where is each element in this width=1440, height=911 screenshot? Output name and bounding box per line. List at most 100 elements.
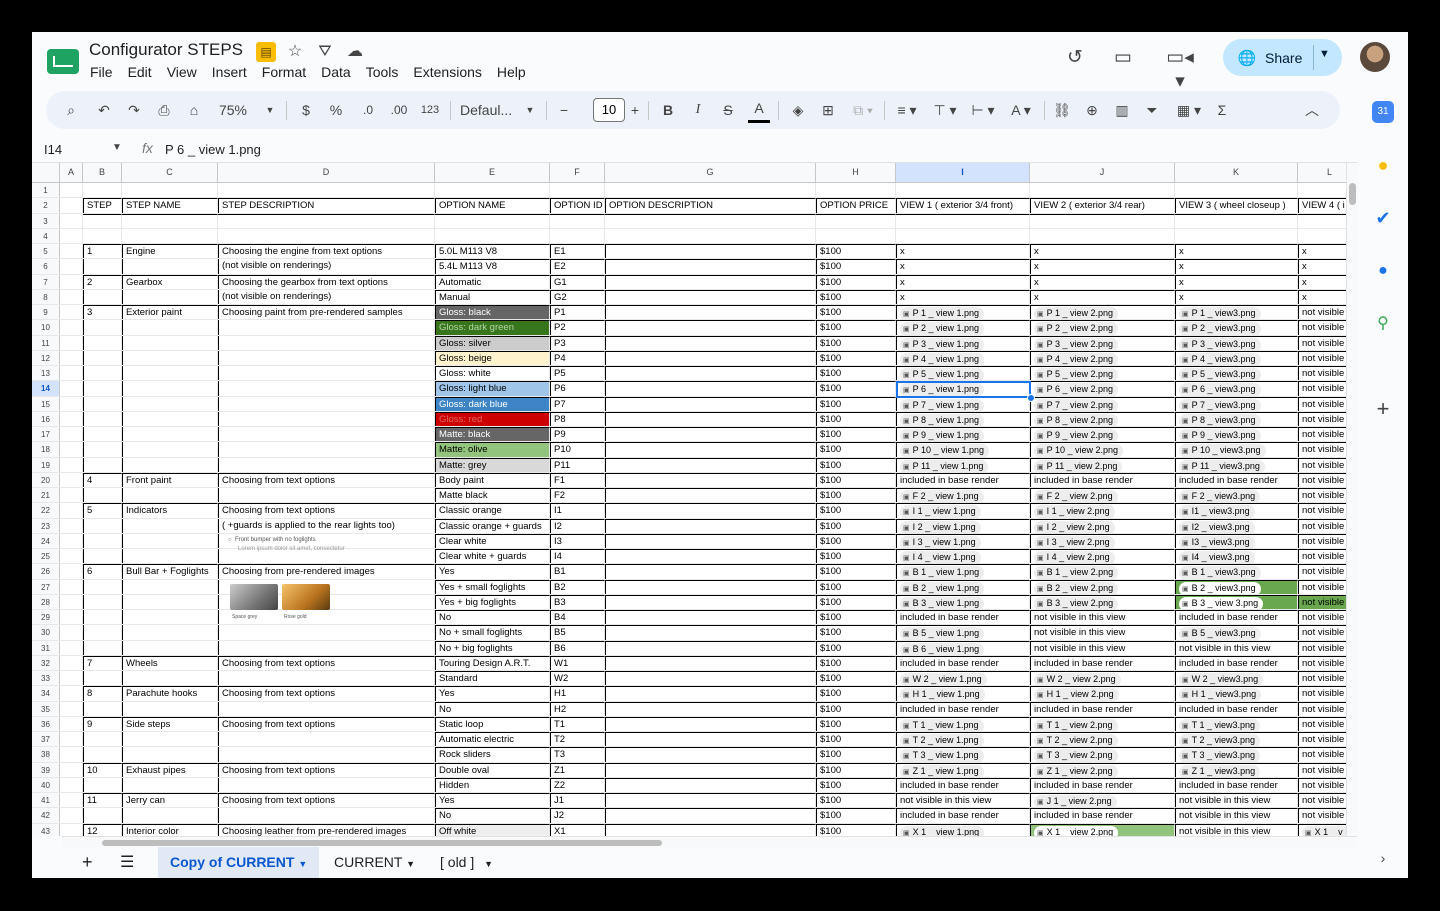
table-cell[interactable]: P3 — [550, 335, 605, 350]
table-cell[interactable] — [60, 198, 83, 213]
table-cell[interactable]: $100 — [816, 655, 896, 670]
file-chip[interactable]: I 1 _ view 1.png — [900, 505, 981, 518]
vertical-scrollbar[interactable] — [1346, 163, 1358, 836]
file-chip[interactable]: P 3 _ view 1.png — [900, 337, 985, 350]
table-cell[interactable]: P1 — [550, 305, 605, 320]
table-cell[interactable] — [218, 213, 435, 228]
table-cell[interactable]: I 3 _ view 1.png — [896, 533, 1030, 548]
table-cell[interactable]: X1 — [550, 823, 605, 836]
column-header-i[interactable]: I — [896, 163, 1030, 182]
table-cell[interactable]: P 9 _ view 1.png — [896, 427, 1030, 442]
table-cell[interactable]: $100 — [816, 427, 896, 442]
move-to-folder-icon[interactable]: ▤ — [256, 42, 276, 62]
file-chip[interactable]: B 1 _ view 2.png — [1034, 566, 1119, 579]
table-cell[interactable]: P 6 _ view3.png — [1175, 381, 1298, 396]
increase-decimal-button[interactable]: .00 — [386, 100, 412, 120]
fill-handle[interactable] — [1027, 393, 1035, 402]
table-cell[interactable] — [83, 640, 122, 655]
table-cell[interactable]: P 8 _ view3.png — [1175, 411, 1298, 426]
table-cell[interactable]: B4 — [550, 610, 605, 625]
menu-file[interactable]: File — [90, 64, 113, 80]
table-cell[interactable] — [218, 411, 435, 426]
table-cell[interactable]: Z 1 _ view 1.png — [896, 762, 1030, 777]
table-cell[interactable] — [83, 335, 122, 350]
table-cell[interactable]: $100 — [816, 350, 896, 365]
table-cell[interactable]: P 9 _ view 2.png — [1030, 427, 1175, 442]
table-cell[interactable]: B5 — [550, 625, 605, 640]
menu-format[interactable]: Format — [262, 64, 306, 80]
table-cell[interactable] — [83, 396, 122, 411]
table-cell[interactable]: P 4 _ view3.png — [1175, 350, 1298, 365]
table-cell[interactable] — [605, 213, 816, 228]
table-cell[interactable]: B 1 _ view 2.png — [1030, 564, 1175, 579]
table-cell[interactable]: not visible — [1298, 610, 1346, 625]
table-cell[interactable]: $100 — [816, 503, 896, 518]
table-cell[interactable] — [83, 625, 122, 640]
table-cell[interactable]: x — [896, 244, 1030, 259]
tasks-icon[interactable]: ✔ — [1372, 207, 1394, 229]
table-cell[interactable]: $100 — [816, 823, 896, 836]
table-cell[interactable]: I4 — [550, 549, 605, 564]
expand-panel-icon[interactable]: › — [1372, 847, 1394, 869]
table-cell[interactable]: Touring Design A.R.T. — [435, 655, 550, 670]
table-cell[interactable]: J 1 _ view 2.png — [1030, 793, 1175, 808]
table-cell[interactable]: (not visible on renderings) — [218, 259, 435, 274]
file-chip[interactable]: B 2 _ view3.png — [1179, 581, 1261, 594]
table-cell[interactable]: P 11 _ view3.png — [1175, 457, 1298, 472]
file-chip[interactable]: B 3 _ view 2.png — [1034, 596, 1119, 609]
table-cell[interactable]: Gloss: dark green — [435, 320, 550, 335]
table-cell[interactable]: P 11 _ view 2.png — [1030, 457, 1175, 472]
table-cell[interactable]: Z 1 _ view3.png — [1175, 762, 1298, 777]
table-cell[interactable]: included in base render — [1030, 472, 1175, 487]
spreadsheet-grid[interactable]: ABCDEFGHIJKL 1 2 3 4 5 6 7 8 9 10 11 12 13 14 15 16 17 18… — [32, 163, 1346, 836]
table-cell[interactable]: $100 — [816, 366, 896, 381]
table-cell[interactable]: Gloss: beige — [435, 350, 550, 365]
column-header-j[interactable]: J — [1030, 163, 1175, 182]
table-cell[interactable] — [605, 671, 816, 686]
table-cell[interactable]: T 1 _ view 2.png — [1030, 716, 1175, 731]
table-cell[interactable] — [83, 610, 122, 625]
table-cell[interactable] — [122, 396, 218, 411]
table-cell[interactable] — [83, 411, 122, 426]
table-cell[interactable]: Matte: black — [435, 427, 550, 442]
table-cell[interactable] — [83, 488, 122, 503]
table-cell[interactable]: not visible — [1298, 396, 1346, 411]
table-cell[interactable] — [605, 289, 816, 304]
document-title[interactable]: Configurator STEPS — [89, 40, 243, 60]
table-cell[interactable]: P 5 _ view 2.png — [1030, 366, 1175, 381]
file-chip[interactable]: P 2 _ view 1.png — [900, 322, 985, 335]
table-cell[interactable]: I4 _ view3.png — [1175, 549, 1298, 564]
filter-views-icon[interactable]: ▦ ▾ — [1172, 100, 1206, 120]
table-cell[interactable]: P 1 _ view 2.png — [1030, 305, 1175, 320]
table-cell[interactable] — [122, 488, 218, 503]
table-cell[interactable]: Jerry can — [122, 793, 218, 808]
file-chip[interactable]: P 1 _ view3.png — [1179, 307, 1261, 320]
table-cell[interactable]: Indicators — [122, 503, 218, 518]
table-cell[interactable] — [218, 671, 435, 686]
table-cell[interactable] — [122, 350, 218, 365]
table-cell[interactable] — [605, 442, 816, 457]
table-cell[interactable]: not visible in this view — [1175, 793, 1298, 808]
table-cell[interactable]: P5 — [550, 366, 605, 381]
table-cell[interactable]: $100 — [816, 716, 896, 731]
table-cell[interactable]: OPTION NAME — [435, 198, 550, 213]
table-cell[interactable]: P 7 _ view3.png — [1175, 396, 1298, 411]
table-cell[interactable]: X 1 _ view 1.png — [896, 823, 1030, 836]
table-cell[interactable] — [122, 411, 218, 426]
table-cell[interactable] — [60, 335, 83, 350]
table-cell[interactable]: T2 — [550, 732, 605, 747]
table-cell[interactable]: Yes — [435, 686, 550, 701]
table-cell[interactable] — [1298, 183, 1346, 197]
table-cell[interactable]: Z 1 _ view 2.png — [1030, 762, 1175, 777]
table-cell[interactable]: P 8 _ view 2.png — [1030, 411, 1175, 426]
table-cell[interactable] — [435, 213, 550, 228]
table-cell[interactable]: not visible — [1298, 625, 1346, 640]
column-header-a[interactable]: A — [60, 163, 83, 182]
table-cell[interactable] — [60, 793, 83, 808]
table-cell[interactable]: Parachute hooks — [122, 686, 218, 701]
undo-icon[interactable]: ↶ — [94, 100, 114, 120]
table-cell[interactable]: Matte: grey — [435, 457, 550, 472]
table-cell[interactable]: not visible in this view — [1175, 640, 1298, 655]
file-chip[interactable]: B 1 _ view 1.png — [900, 566, 985, 579]
tab-current[interactable]: CURRENT ▼ — [334, 847, 415, 878]
